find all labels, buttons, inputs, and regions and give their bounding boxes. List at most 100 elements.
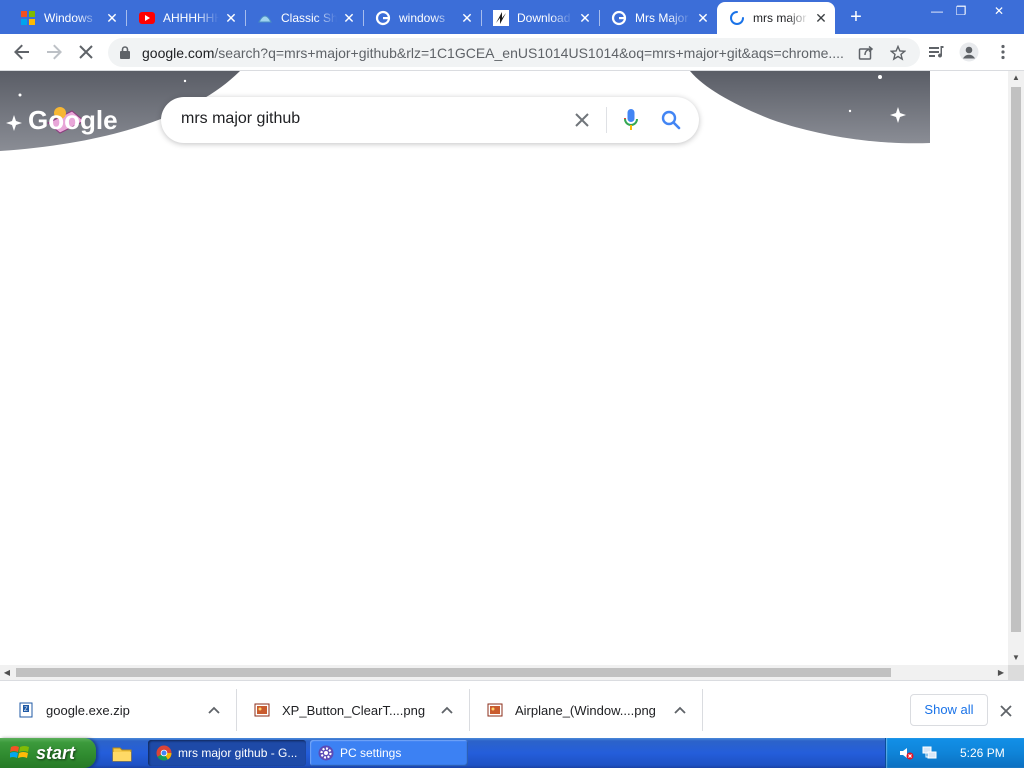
task-label: mrs major github - G...: [178, 746, 298, 760]
scroll-left-arrow-icon[interactable]: ◀: [0, 665, 14, 680]
browser-toolbar: google.com/search?q=mrs+major+github&rlz…: [0, 34, 1024, 71]
close-icon[interactable]: ✕: [577, 10, 593, 26]
profile-button[interactable]: [958, 41, 980, 63]
stop-loading-icon: [79, 45, 93, 59]
voice-search-button[interactable]: [620, 108, 642, 132]
taskbar-task-chrome[interactable]: mrs major github - G...: [148, 740, 306, 766]
taskbar: start mrs major github - G... PC setting…: [0, 738, 1024, 768]
google-icon: [375, 10, 391, 26]
tab-mrs-major-active[interactable]: mrs major ✕: [717, 2, 835, 34]
share-icon[interactable]: [856, 43, 876, 63]
loading-spinner-icon: [729, 10, 745, 26]
tab-windows-search[interactable]: windows ✕: [363, 4, 482, 32]
download-filename: google.exe.zip: [46, 702, 130, 718]
clock[interactable]: 5:26 PM: [960, 746, 1005, 760]
gear-icon: [318, 745, 334, 761]
media-controls-icon: [929, 46, 944, 58]
forward-button[interactable]: [42, 40, 66, 64]
back-button[interactable]: [10, 40, 34, 64]
address-bar[interactable]: google.com/search?q=mrs+major+github&rlz…: [108, 38, 920, 67]
doodle-logo-text: Google: [28, 105, 118, 135]
show-all-downloads-button[interactable]: Show all: [910, 694, 988, 726]
back-icon: [14, 44, 29, 60]
close-icon: [1000, 705, 1012, 717]
search-divider: [606, 107, 607, 133]
close-shelf-button[interactable]: [996, 701, 1016, 721]
horizontal-scrollbar[interactable]: ◀ ▶: [0, 665, 1008, 680]
page-content: Google mrs major github: [0, 71, 1008, 665]
url-text[interactable]: google.com/search?q=mrs+major+github&rlz…: [142, 45, 850, 61]
scroll-down-arrow-icon[interactable]: ▼: [1008, 651, 1024, 665]
taskbar-task-pc-settings[interactable]: PC settings: [310, 740, 468, 766]
chrome-icon: [156, 745, 172, 761]
bookmark-star-icon[interactable]: [888, 43, 908, 63]
chevron-up-icon[interactable]: [206, 702, 222, 718]
tab-ahhhhhh[interactable]: AHHHHHH ✕: [127, 4, 246, 32]
tab-classic-shell[interactable]: Classic Shell ✕: [245, 4, 364, 32]
new-tab-button[interactable]: +: [846, 7, 866, 27]
menu-button[interactable]: [992, 41, 1014, 63]
tab-title: Classic Shell: [281, 11, 337, 25]
zip-file-icon: Z: [18, 702, 34, 718]
windows-logo-icon: [20, 10, 36, 26]
close-icon[interactable]: ✕: [104, 10, 120, 26]
forward-icon: [47, 44, 62, 60]
restore-button[interactable]: ❐: [946, 2, 976, 20]
search-input[interactable]: mrs major github: [181, 110, 300, 128]
horizontal-scroll-thumb[interactable]: [16, 668, 891, 677]
scroll-right-arrow-icon[interactable]: ▶: [994, 665, 1008, 680]
clear-search-button[interactable]: [571, 109, 593, 131]
download-item[interactable]: Airplane_(Window....png: [469, 689, 703, 731]
lock-icon[interactable]: [120, 46, 130, 64]
tab-strip: Windows ✕ AHHHHHH ✕ Classic Shell ✕ wind…: [0, 0, 1024, 34]
system-tray: 5:26 PM: [885, 738, 1024, 768]
window-close-button[interactable]: ✕: [984, 2, 1014, 20]
svg-text:Z: Z: [24, 707, 28, 713]
download-site-icon: [493, 10, 509, 26]
chevron-up-icon[interactable]: [672, 702, 688, 718]
stop-loading-button[interactable]: [74, 40, 98, 64]
download-filename: XP_Button_ClearT....png: [282, 702, 426, 718]
tab-title: Mrs Major: [635, 11, 689, 25]
file-explorer-icon[interactable]: [112, 744, 132, 762]
download-filename: Airplane_(Window....png: [515, 702, 656, 718]
search-box[interactable]: mrs major github: [161, 97, 699, 143]
tab-title: Windows: [44, 11, 93, 25]
classic-shell-icon: [257, 10, 273, 26]
tab-title: Download: [517, 11, 571, 25]
tab-mrs-major[interactable]: Mrs Major ✕: [599, 4, 717, 32]
profile-icon: [959, 42, 979, 62]
close-icon[interactable]: ✕: [695, 10, 711, 26]
start-button[interactable]: start: [0, 738, 96, 768]
close-icon[interactable]: ✕: [223, 10, 239, 26]
youtube-icon: [139, 10, 155, 26]
tab-title: windows: [399, 11, 446, 25]
vertical-scrollbar[interactable]: ▲ ▼: [1008, 71, 1024, 665]
windows-flag-icon: [10, 746, 29, 758]
start-label: start: [36, 742, 76, 763]
download-item[interactable]: Z google.exe.zip: [0, 689, 237, 731]
url-path: /search?q=mrs+major+github&rlz=1C1GCEA_e…: [214, 45, 844, 61]
google-icon: [611, 10, 627, 26]
volume-muted-icon[interactable]: [898, 745, 914, 761]
url-host: google.com: [142, 45, 215, 61]
scrollbar-corner: [1008, 665, 1024, 680]
image-file-icon: [254, 702, 270, 718]
close-icon[interactable]: ✕: [459, 10, 475, 26]
close-icon[interactable]: ✕: [341, 10, 357, 26]
tab-download[interactable]: Download ✕: [481, 4, 600, 32]
close-icon[interactable]: ✕: [813, 10, 829, 26]
tab-windows[interactable]: Windows ✕: [8, 4, 127, 32]
menu-icon: [1001, 44, 1005, 60]
network-icon[interactable]: [922, 745, 938, 761]
download-item[interactable]: XP_Button_ClearT....png: [236, 689, 470, 731]
search-button[interactable]: [659, 108, 683, 132]
vertical-scroll-thumb[interactable]: [1011, 87, 1021, 632]
media-controls-button[interactable]: [926, 41, 948, 63]
task-label: PC settings: [340, 746, 402, 760]
image-file-icon: [487, 702, 503, 718]
chevron-up-icon[interactable]: [439, 702, 455, 718]
microphone-icon: [624, 109, 638, 130]
scroll-up-arrow-icon[interactable]: ▲: [1008, 71, 1024, 85]
tab-title: mrs major: [753, 11, 807, 25]
